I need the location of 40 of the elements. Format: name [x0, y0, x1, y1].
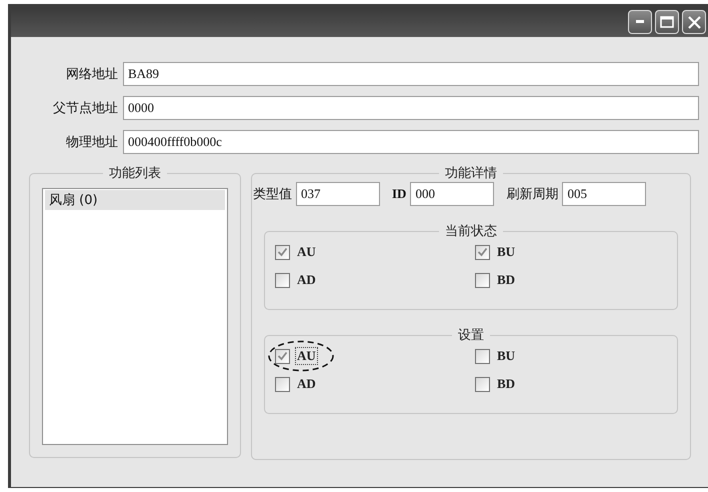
close-button[interactable]: [682, 10, 706, 34]
checkbox-label: AU: [296, 244, 317, 260]
group-title: 功能列表: [108, 165, 162, 182]
minimize-button[interactable]: [628, 10, 652, 34]
checkbox-label: BU: [496, 348, 516, 364]
function-list[interactable]: 风扇 (0): [42, 188, 228, 445]
close-icon: [688, 16, 700, 28]
checkbox-label: BD: [496, 376, 516, 392]
checkbox-label: BD: [496, 272, 516, 288]
field-label: 类型值: [253, 186, 292, 203]
checkbox[interactable]: [275, 272, 290, 288]
text-field[interactable]: 0000: [123, 96, 699, 120]
field-label: ID: [392, 186, 406, 202]
checkbox[interactable]: [275, 348, 290, 364]
field-label: 网络地址: [65, 66, 118, 83]
maximize-icon: [660, 16, 674, 28]
text-field[interactable]: 005: [562, 182, 646, 206]
group-title: 功能详情: [444, 165, 498, 182]
minimize-icon: [635, 20, 645, 24]
checkbox-label: AU: [296, 348, 317, 364]
group-title: 当前状态: [444, 223, 498, 240]
text-field[interactable]: 000400ffff0b000c: [123, 130, 699, 154]
checkbox-label: AD: [296, 376, 317, 392]
checkbox[interactable]: [475, 244, 490, 260]
checkbox[interactable]: [275, 376, 290, 392]
checkbox[interactable]: [475, 376, 490, 392]
field-label: 物理地址: [65, 134, 118, 151]
text-field[interactable]: 000: [410, 182, 494, 206]
checkbox-label: AD: [296, 272, 317, 288]
checkbox[interactable]: [475, 348, 490, 364]
checkbox[interactable]: [475, 272, 490, 288]
field-label: 父节点地址: [52, 100, 118, 117]
checkbox-label: BU: [496, 244, 516, 260]
checkbox[interactable]: [275, 244, 290, 260]
maximize-button[interactable]: [655, 10, 679, 34]
group-title: 设置: [457, 327, 485, 344]
text-field[interactable]: BA89: [123, 62, 699, 86]
field-label: 刷新周期: [506, 186, 558, 203]
list-item[interactable]: 风扇 (0): [45, 190, 225, 210]
text-field[interactable]: 037: [296, 182, 380, 206]
